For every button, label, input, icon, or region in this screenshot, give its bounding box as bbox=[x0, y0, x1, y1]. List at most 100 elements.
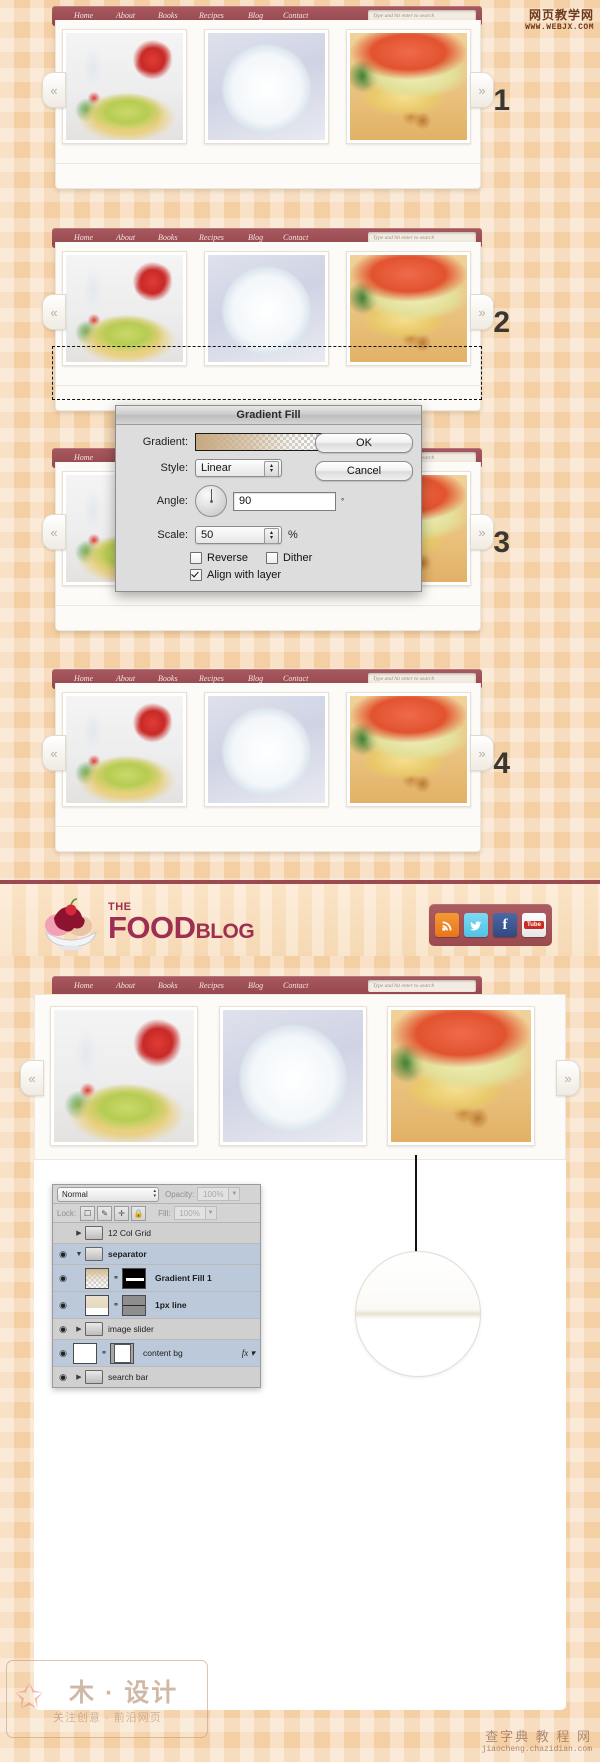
slide-thumb-1[interactable] bbox=[62, 692, 187, 807]
rss-icon[interactable] bbox=[435, 913, 459, 937]
nav-item-books[interactable]: Books bbox=[158, 981, 178, 990]
nav-item-recipes[interactable]: Recipes bbox=[199, 11, 224, 20]
slider-prev-button[interactable]: « bbox=[42, 514, 66, 550]
search-input[interactable]: Type and hit enter to search bbox=[368, 980, 476, 992]
align-with-layer-checkbox-box[interactable] bbox=[190, 569, 202, 581]
layer-mask-thumbnail[interactable] bbox=[122, 1267, 146, 1289]
final-slide-thumb-2[interactable] bbox=[219, 1006, 367, 1146]
cancel-button[interactable]: Cancel bbox=[315, 461, 413, 481]
layer-mask-thumbnail[interactable] bbox=[122, 1294, 146, 1316]
slide-thumb-2[interactable] bbox=[204, 692, 329, 807]
blend-mode-select[interactable]: Normal ▴ ▾ bbox=[57, 1186, 159, 1202]
style-select[interactable]: Linear ▴ ▾ bbox=[195, 459, 282, 477]
opacity-dropdown-icon[interactable]: ▼ bbox=[229, 1187, 241, 1201]
nav-item-blog[interactable]: Blog bbox=[248, 981, 263, 990]
nav-item-home[interactable]: Home bbox=[74, 233, 93, 242]
visibility-toggle-icon[interactable]: ◉ bbox=[53, 1249, 73, 1260]
slider-next-button[interactable]: » bbox=[470, 294, 494, 330]
nav-item-contact[interactable]: Contact bbox=[283, 981, 308, 990]
dither-checkbox-box[interactable] bbox=[265, 552, 278, 564]
link-mask-icon[interactable]: ⚭ bbox=[112, 1274, 120, 1282]
lock-all-icon[interactable]: 🔒 bbox=[131, 1205, 147, 1221]
group-collapse-icon[interactable]: ▼ bbox=[73, 1251, 85, 1258]
group-expand-icon[interactable]: ▶ bbox=[73, 1325, 85, 1333]
slider-next-button[interactable]: » bbox=[470, 514, 494, 550]
slide-thumb-1[interactable] bbox=[62, 29, 187, 144]
slider-prev-button[interactable]: « bbox=[42, 72, 66, 108]
nav-item-home[interactable]: Home bbox=[74, 453, 93, 462]
visibility-toggle-icon[interactable]: ◉ bbox=[53, 1372, 73, 1383]
slide-thumb-2[interactable] bbox=[204, 29, 329, 144]
layer-row-gradient-fill-1[interactable]: ◉ ⚭ Gradient Fill 1 bbox=[53, 1265, 260, 1292]
layer-mask-thumbnail[interactable] bbox=[110, 1342, 134, 1364]
slide-thumb-3[interactable] bbox=[346, 29, 471, 144]
reverse-checkbox-box[interactable] bbox=[190, 552, 202, 564]
layer-row-search-bar[interactable]: ◉ ▶ search bar bbox=[53, 1367, 260, 1387]
fill-value[interactable]: 100% bbox=[173, 1206, 206, 1220]
nav-item-recipes[interactable]: Recipes bbox=[199, 233, 224, 242]
layer-row-separator[interactable]: ◉ ▼ separator bbox=[53, 1244, 260, 1265]
slider-next-button[interactable]: » bbox=[470, 735, 494, 771]
gradient-swatch[interactable] bbox=[195, 433, 327, 451]
nav-item-books[interactable]: Books bbox=[158, 233, 178, 242]
visibility-toggle-icon[interactable]: ◉ bbox=[53, 1273, 73, 1284]
angle-dial[interactable] bbox=[195, 485, 227, 517]
nav-item-home[interactable]: Home bbox=[74, 11, 93, 20]
layer-thumbnail[interactable] bbox=[85, 1267, 109, 1289]
nav-item-contact[interactable]: Contact bbox=[283, 233, 308, 242]
slider-next-button[interactable]: » bbox=[470, 72, 494, 108]
nav-item-about[interactable]: About bbox=[116, 233, 135, 242]
gradient-fill-dialog[interactable]: Gradient Fill OK Cancel Gradient: ▼ Styl… bbox=[115, 405, 422, 592]
slide-thumb-3[interactable] bbox=[346, 692, 471, 807]
angle-input[interactable]: 90 bbox=[233, 491, 336, 511]
layer-row-12-col-grid[interactable]: ▶ 12 Col Grid bbox=[53, 1223, 260, 1244]
nav-item-about[interactable]: About bbox=[116, 11, 135, 20]
nav-item-blog[interactable]: Blog bbox=[248, 233, 263, 242]
lock-transparent-pixels-icon[interactable]: ☐ bbox=[80, 1205, 96, 1221]
layer-row-1px-line[interactable]: ◉ ⚭ 1px line bbox=[53, 1292, 260, 1319]
link-mask-icon[interactable]: ⚭ bbox=[112, 1301, 120, 1309]
fill-dropdown-icon[interactable]: ▼ bbox=[205, 1206, 217, 1220]
layers-panel[interactable]: Normal ▴ ▾ Opacity: 100% ▼ Lock: ☐ ✎ ✛ 🔒 … bbox=[52, 1184, 261, 1388]
nav-item-about[interactable]: About bbox=[116, 981, 135, 990]
blend-mode-stepper-icon[interactable]: ▴ ▾ bbox=[153, 1188, 156, 1199]
facebook-icon[interactable]: f bbox=[493, 913, 517, 937]
lock-position-icon[interactable]: ✛ bbox=[114, 1205, 130, 1221]
final-slider-prev-button[interactable]: « bbox=[20, 1060, 44, 1096]
nav-item-home[interactable]: Home bbox=[74, 981, 93, 990]
layer-row-content-bg[interactable]: ◉ ⚭ content bg fx ▾ bbox=[53, 1340, 260, 1367]
nav-item-blog[interactable]: Blog bbox=[248, 11, 263, 20]
nav-item-books[interactable]: Books bbox=[158, 674, 178, 683]
nav-item-recipes[interactable]: Recipes bbox=[199, 981, 224, 990]
twitter-icon[interactable] bbox=[464, 913, 488, 937]
opacity-value[interactable]: 100% bbox=[197, 1187, 230, 1201]
layer-thumbnail[interactable] bbox=[73, 1342, 97, 1364]
layer-effects-icon[interactable]: fx ▾ bbox=[242, 1348, 255, 1359]
nav-item-home[interactable]: Home bbox=[74, 674, 93, 683]
dither-checkbox[interactable]: Dither bbox=[265, 552, 312, 564]
layer-row-image-slider[interactable]: ◉ ▶ image slider bbox=[53, 1319, 260, 1340]
final-slide-thumb-3[interactable] bbox=[387, 1006, 535, 1146]
visibility-toggle-icon[interactable]: ◉ bbox=[53, 1348, 73, 1359]
visibility-toggle-icon[interactable]: ◉ bbox=[53, 1300, 73, 1311]
reverse-checkbox[interactable]: Reverse bbox=[190, 552, 248, 564]
group-expand-icon[interactable]: ▶ bbox=[73, 1229, 85, 1237]
align-with-layer-checkbox[interactable]: Align with layer bbox=[190, 569, 281, 581]
nav-item-about[interactable]: About bbox=[116, 674, 135, 683]
layer-thumbnail[interactable] bbox=[85, 1294, 109, 1316]
visibility-toggle-icon[interactable]: ◉ bbox=[53, 1324, 73, 1335]
style-stepper-icon[interactable]: ▴ ▾ bbox=[264, 461, 279, 477]
nav-item-blog[interactable]: Blog bbox=[248, 674, 263, 683]
nav-item-recipes[interactable]: Recipes bbox=[199, 674, 224, 683]
nav-item-contact[interactable]: Contact bbox=[283, 11, 308, 20]
scale-stepper-icon[interactable]: ▴ ▾ bbox=[264, 528, 279, 544]
ok-button[interactable]: OK bbox=[315, 433, 413, 453]
nav-item-contact[interactable]: Contact bbox=[283, 674, 308, 683]
scale-select[interactable]: 50 ▴ ▾ bbox=[195, 526, 282, 544]
group-expand-icon[interactable]: ▶ bbox=[73, 1373, 85, 1381]
slider-prev-button[interactable]: « bbox=[42, 294, 66, 330]
link-mask-icon[interactable]: ⚭ bbox=[100, 1349, 108, 1357]
final-slider-next-button[interactable]: » bbox=[556, 1060, 580, 1096]
nav-item-books[interactable]: Books bbox=[158, 11, 178, 20]
final-slide-thumb-1[interactable] bbox=[50, 1006, 198, 1146]
